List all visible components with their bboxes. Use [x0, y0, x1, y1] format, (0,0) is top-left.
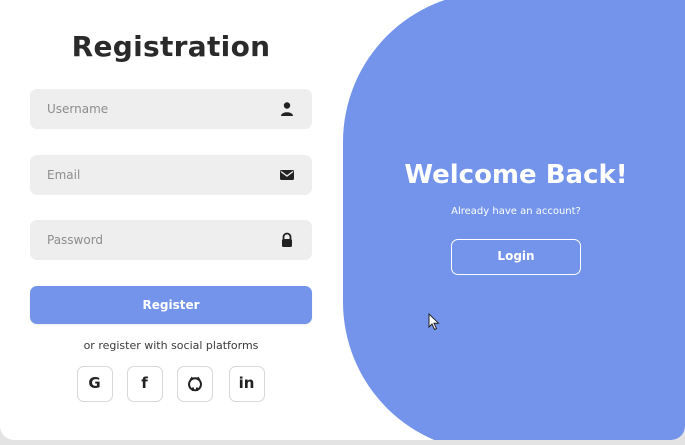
register-button[interactable]: Register — [30, 286, 312, 324]
already-account-text: Already have an account? — [451, 206, 581, 217]
facebook-button[interactable]: f — [127, 366, 163, 402]
github-icon — [188, 376, 202, 392]
email-input[interactable] — [30, 155, 277, 195]
email-field-container — [30, 155, 312, 195]
login-button[interactable]: Login — [451, 239, 581, 275]
envelope-icon — [280, 170, 294, 180]
username-field-container — [30, 89, 312, 129]
facebook-icon: f — [141, 374, 148, 392]
user-icon — [281, 102, 293, 116]
welcome-panel — [343, 0, 685, 440]
mouse-cursor-icon — [428, 313, 440, 331]
google-button[interactable]: G — [77, 366, 113, 402]
password-field-container — [30, 220, 312, 260]
username-input[interactable] — [30, 89, 277, 129]
linkedin-icon: in — [238, 374, 255, 392]
page-title: Registration — [71, 30, 271, 63]
github-button[interactable] — [177, 366, 213, 402]
lock-icon — [282, 232, 292, 247]
welcome-heading: Welcome Back! — [404, 160, 628, 190]
password-input[interactable] — [30, 220, 277, 260]
social-platforms-text: or register with social platforms — [83, 339, 259, 352]
auth-card: Registration Register or register with s… — [0, 0, 685, 440]
linkedin-button[interactable]: in — [229, 366, 265, 402]
google-icon: G — [88, 374, 101, 392]
